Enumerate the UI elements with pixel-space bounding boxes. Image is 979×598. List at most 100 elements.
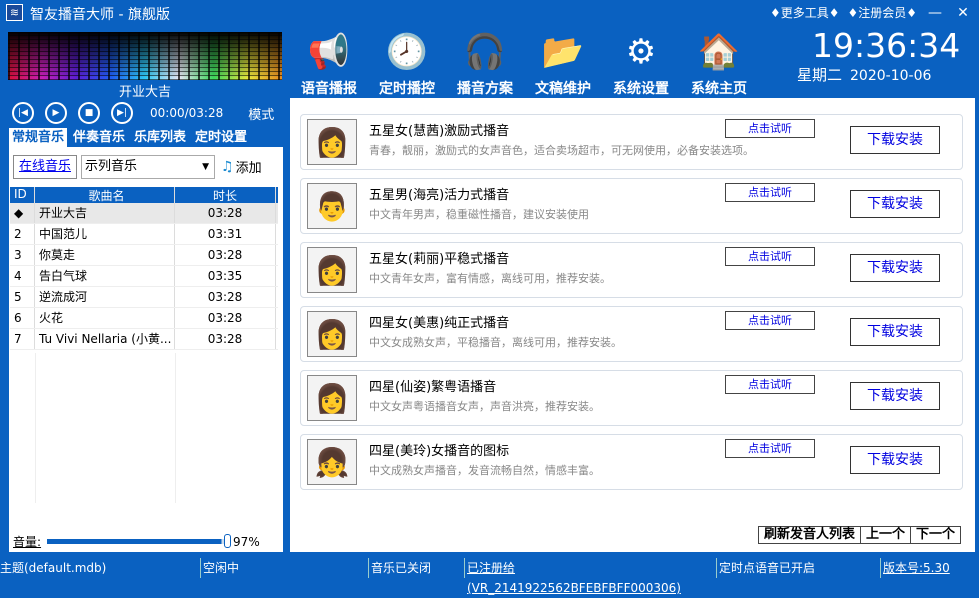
broadcast-plan-button[interactable]: 🎧播音方案 [446, 28, 524, 98]
song-name: 告白气球 [35, 266, 175, 286]
status-bar: 主题(default.mdb) 空闲中 音乐已关闭 已注册给(VR_214192… [0, 558, 979, 578]
voice-description: 中文青年女声，富有情感，离线可用，推荐安装。 [369, 270, 611, 286]
listen-button[interactable]: 点击试听 [725, 183, 815, 202]
song-row[interactable]: 2中国范儿03:31 [10, 224, 278, 245]
playlist-select-value: 示列音乐 [85, 159, 137, 174]
folder-icon: 📂 [538, 28, 588, 76]
status-version[interactable]: 版本号:5.30 [881, 558, 950, 578]
voice-card: 👩 五星女(慧茜)激励式播音 青春，靓丽，激励式的女声音色，适合卖场超市，可无网… [300, 114, 963, 170]
voice-broadcast-button[interactable]: 📢 语音播报 [290, 28, 368, 98]
song-id: 7 [10, 329, 35, 349]
close-button[interactable]: ✕ [953, 5, 973, 21]
minimize-button[interactable]: — [925, 5, 945, 21]
volume-slider[interactable] [47, 539, 227, 544]
install-button[interactable]: 下载安装 [850, 382, 940, 410]
voice-card: 👩 四星女(美惠)纯正式播音 中文女成熟女声，平稳播音，离线可用，推荐安装。 点… [300, 306, 963, 362]
playback-time: 00:00/03:28 [150, 106, 223, 120]
listen-button[interactable]: 点击试听 [725, 311, 815, 330]
prev-page-button[interactable]: 上一个 [860, 526, 911, 544]
song-row[interactable]: 3你莫走03:28 [10, 245, 278, 266]
status-registration[interactable]: 已注册给(VR_2141922562BFEBFBFF000306) [465, 558, 717, 578]
system-settings-button[interactable]: ⚙系统设置 [602, 28, 680, 98]
listen-button[interactable]: 点击试听 [725, 247, 815, 266]
tab-regular-music[interactable]: 常规音乐 [9, 128, 67, 147]
col-name[interactable]: 歌曲名 [35, 187, 175, 203]
previous-icon[interactable]: |◀ [12, 102, 34, 124]
playlist-select[interactable]: 示列音乐 ▼ [81, 155, 215, 179]
add-button[interactable]: ♫添加 [221, 157, 262, 176]
voice-card: 👨 五星男(海亮)活力式播音 中文青年男声，稳重磁性播音，建议安装使用 点击试听… [300, 178, 963, 234]
tab-accompaniment[interactable]: 伴奏音乐 [70, 128, 128, 147]
song-duration: 03:31 [175, 224, 276, 244]
tool-label: 系统主页 [691, 81, 747, 97]
online-music-button[interactable]: 在线音乐 [13, 155, 77, 179]
play-icon[interactable]: ▶ [45, 102, 67, 124]
status-timed-voice: 定时点语音已开启 [717, 558, 881, 578]
install-button[interactable]: 下载安装 [850, 446, 940, 474]
next-page-button[interactable]: 下一个 [910, 526, 961, 544]
song-row[interactable]: 6火花03:28 [10, 308, 278, 329]
listen-button[interactable]: 点击试听 [725, 375, 815, 394]
song-row[interactable]: ◆开业大吉03:28 [10, 203, 278, 224]
install-button[interactable]: 下载安装 [850, 318, 940, 346]
song-duration: 03:28 [175, 287, 276, 307]
register-link[interactable]: ♦注册会员♦ [847, 4, 917, 21]
voice-description: 中文青年男声，稳重磁性播音，建议安装使用 [369, 206, 589, 222]
song-duration: 03:35 [175, 266, 276, 286]
system-home-button[interactable]: 🏠 系统主页 [680, 28, 758, 98]
list-empty-area [10, 353, 278, 503]
song-name: Tu Vivi Nellaria (小黄... [35, 329, 175, 349]
weekday: 星期二 [797, 66, 842, 84]
tab-library[interactable]: 乐库列表 [131, 128, 189, 147]
avatar: 👩 [307, 311, 357, 357]
voice-description: 中文成熟女声播音，发音流畅自然，情感丰富。 [369, 462, 600, 478]
song-name: 开业大吉 [35, 203, 175, 223]
window-title: 智友播音大师 - 旗舰版 [30, 4, 170, 24]
tool-label: 语音播报 [301, 81, 357, 97]
song-row[interactable]: 4告白气球03:35 [10, 266, 278, 287]
song-duration: 03:28 [175, 308, 276, 328]
stop-icon[interactable]: ■ [78, 102, 100, 124]
home-icon: 🏠 [694, 28, 744, 76]
volume-thumb[interactable] [224, 534, 231, 548]
song-id: 6 [10, 308, 35, 328]
chevron-down-icon: ▼ [202, 156, 209, 178]
song-name: 逆流成河 [35, 287, 175, 307]
voice-description: 青春，靓丽，激励式的女声音色，适合卖场超市，可无网使用，必备安装选项。 [369, 142, 754, 158]
voice-name: 五星男(海亮)活力式播音 [369, 184, 509, 203]
clock-icon: 🕗 [382, 28, 432, 76]
speaker-icon: 📢 [304, 28, 354, 76]
tool-label: 系统设置 [613, 81, 669, 97]
song-row[interactable]: 5逆流成河03:28 [10, 287, 278, 308]
app-logo-icon: ≋ [6, 4, 23, 21]
voice-name: 五星女(慧茜)激励式播音 [369, 120, 509, 139]
voice-card: 👩 五星女(莉丽)平稳式播音 中文青年女声，富有情感，离线可用，推荐安装。 点击… [300, 242, 963, 298]
mode-button[interactable]: 模式 [248, 104, 274, 123]
voice-card: 👧 四星(美玲)女播音的图标 中文成熟女声播音，发音流畅自然，情感丰富。 点击试… [300, 434, 963, 490]
music-add-icon: ♫ [221, 159, 234, 175]
tool-label: 定时播控 [379, 81, 435, 97]
title-bar: ≋ 智友播音大师 - 旗舰版 ♦更多工具♦ ♦注册会员♦ — ✕ [0, 0, 979, 26]
listen-button[interactable]: 点击试听 [725, 119, 815, 138]
refresh-voices-button[interactable]: 刷新发音人列表 [758, 526, 861, 544]
next-icon[interactable]: ▶| [111, 102, 133, 124]
document-maintenance-button[interactable]: 📂文稿维护 [524, 28, 602, 98]
avatar: 👩 [307, 119, 357, 165]
col-id[interactable]: ID [10, 187, 35, 203]
avatar: 👧 [307, 439, 357, 485]
install-button[interactable]: 下载安装 [850, 126, 940, 154]
col-duration[interactable]: 时长 [175, 187, 276, 203]
more-tools-link[interactable]: ♦更多工具♦ [770, 4, 840, 21]
song-id: 4 [10, 266, 35, 286]
install-button[interactable]: 下载安装 [850, 254, 940, 282]
voice-name: 四星(美玲)女播音的图标 [369, 440, 509, 459]
listen-button[interactable]: 点击试听 [725, 439, 815, 458]
song-row[interactable]: 7Tu Vivi Nellaria (小黄...03:28 [10, 329, 278, 350]
timed-control-button[interactable]: 🕗 定时播控 [368, 28, 446, 98]
status-idle: 空闲中 [201, 558, 369, 578]
song-name: 你莫走 [35, 245, 175, 265]
song-id: 3 [10, 245, 35, 265]
install-button[interactable]: 下载安装 [850, 190, 940, 218]
song-id: 5 [10, 287, 35, 307]
tab-schedule[interactable]: 定时设置 [192, 128, 250, 147]
